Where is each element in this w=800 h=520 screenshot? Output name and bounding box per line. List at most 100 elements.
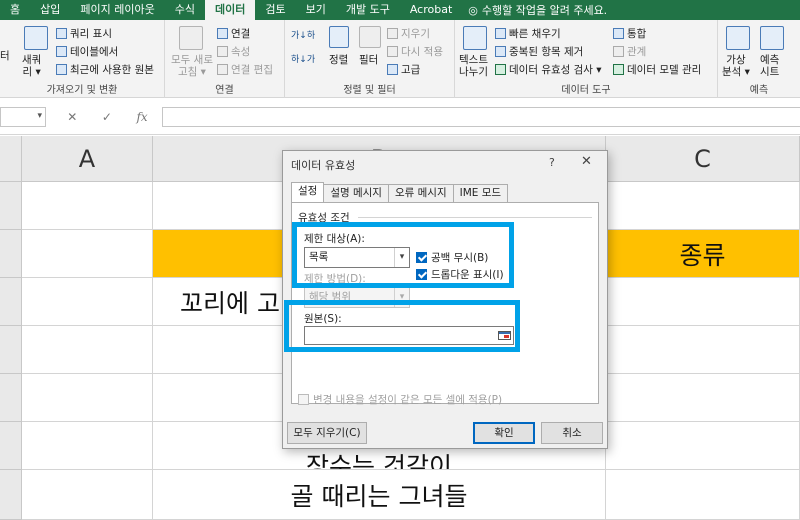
group-sort-filter: 가↓하 하↓가 정렬 필터 지우기 다시 적용 고급 정렬 및 필터 (285, 20, 455, 98)
row-header[interactable] (0, 470, 22, 520)
chevron-down-icon[interactable]: ▾ (37, 111, 42, 121)
cell-a5[interactable] (22, 374, 153, 422)
refresh-all-button[interactable]: 모두 새로 고침 ▾ (171, 54, 213, 78)
sort-icon[interactable] (329, 26, 349, 48)
advanced-filter-button[interactable]: 고급 (387, 62, 420, 77)
clear-all-button[interactable]: 모두 지우기(C) (287, 422, 367, 444)
tab-data[interactable]: 데이터 (204, 0, 256, 20)
connections-button[interactable]: 연결 (217, 26, 250, 41)
group-label-data-tools: 데이터 도구 (561, 85, 611, 96)
edit-links-button[interactable]: 연결 편집 (217, 62, 273, 77)
group-forecast: 가상 분석 ▾ 예측 시트 예측 (718, 20, 800, 98)
cell-a2[interactable] (22, 230, 153, 278)
sort-button[interactable]: 정렬 (329, 54, 348, 66)
filter-button[interactable]: 필터 (359, 54, 378, 66)
tab-acrobat[interactable]: Acrobat (400, 0, 462, 20)
remove-duplicates-button[interactable]: 중복된 항목 제거 (495, 44, 583, 59)
reapply-button[interactable]: 다시 적용 (387, 44, 443, 59)
confirm-entry-icon[interactable]: ✓ (102, 110, 112, 124)
column-header-a[interactable]: A (22, 136, 153, 182)
cell-c5[interactable] (606, 374, 800, 422)
name-box[interactable]: ▾ (0, 107, 46, 127)
cell-c3[interactable] (606, 278, 800, 326)
tab-settings[interactable]: 설정 (291, 182, 325, 202)
connections-icon (217, 28, 228, 39)
tab-developer[interactable]: 개발 도구 (336, 0, 400, 20)
formula-input[interactable] (162, 107, 800, 127)
tell-me-search[interactable]: ◎ 수행할 작업을 알려 주세요. (468, 2, 607, 18)
cell-c2[interactable]: 종류 (606, 230, 800, 278)
tab-home[interactable]: 홈 (0, 0, 30, 20)
data-model-button[interactable]: 데이터 모델 관리 (613, 62, 701, 77)
row-header[interactable] (0, 278, 22, 326)
properties-icon (217, 46, 228, 57)
relationships-button[interactable]: 관계 (613, 44, 646, 59)
highlight-allow-box (292, 222, 514, 288)
recent-icon (56, 64, 67, 75)
sort-a-z-button[interactable]: 가↓하 (291, 28, 315, 41)
row-header[interactable] (0, 230, 22, 278)
forecast-sheet-icon[interactable] (760, 26, 784, 50)
highlight-source-box (284, 300, 520, 352)
relationships-icon (613, 46, 624, 57)
cell-b7[interactable]: 골 때리는 그녀들 (153, 470, 606, 520)
consolidate-button[interactable]: 통합 (613, 26, 646, 41)
refresh-all-icon[interactable] (179, 26, 203, 50)
cell-b6-text: 장수는 것같이 (306, 452, 452, 470)
tab-review[interactable]: 검토 (255, 0, 295, 20)
properties-button[interactable]: 속성 (217, 44, 250, 59)
filter-icon[interactable] (359, 26, 381, 48)
clear-filter-button[interactable]: 지우기 (387, 26, 430, 41)
help-icon[interactable]: ? (549, 156, 555, 169)
sort-z-a-button[interactable]: 하↓가 (291, 52, 315, 65)
tab-input-message[interactable]: 설명 메시지 (323, 184, 389, 202)
show-queries-button[interactable]: 쿼리 표시 (56, 26, 112, 41)
cell-c6[interactable] (606, 422, 800, 470)
cell-a6[interactable] (22, 422, 153, 470)
forecast-sheet-button[interactable]: 예측 시트 (760, 54, 779, 78)
cell-c1[interactable] (606, 182, 800, 230)
group-data-tools: 텍스트 나누기 빠른 채우기 중복된 항목 제거 데이터 유효성 검사 ▾ 통합… (455, 20, 718, 98)
tab-formulas[interactable]: 수식 (165, 0, 205, 20)
ok-button[interactable]: 확인 (473, 422, 535, 444)
group-connections: 모두 새로 고침 ▾ 연결 속성 연결 편집 연결 (165, 20, 285, 98)
close-icon[interactable]: ✕ (581, 154, 592, 169)
row-header[interactable] (0, 182, 22, 230)
from-table-button[interactable]: 테이블에서 (56, 44, 118, 59)
cell-a4[interactable] (22, 326, 153, 374)
what-if-icon[interactable] (726, 26, 750, 50)
cell-a1[interactable] (22, 182, 153, 230)
advanced-filter-icon (387, 64, 398, 75)
text-to-columns-icon[interactable] (463, 26, 487, 50)
tab-view[interactable]: 보기 (296, 0, 336, 20)
insert-function-icon[interactable]: fx (136, 110, 147, 124)
cancel-button[interactable]: 취소 (541, 422, 603, 444)
dialog-tabs: 설정 설명 메시지 오류 메시지 IME 모드 (291, 182, 509, 202)
recent-sources-button[interactable]: 최근에 사용한 원본 (56, 62, 154, 77)
table-icon (56, 46, 67, 57)
cell-a3[interactable] (22, 278, 153, 326)
what-if-button[interactable]: 가상 분석 ▾ (722, 54, 750, 78)
cell-c4[interactable] (606, 326, 800, 374)
apply-all-checkbox[interactable]: 변경 내용을 설정이 같은 모든 셀에 적용(P) (298, 392, 502, 407)
data-validation-button[interactable]: 데이터 유효성 검사 ▾ (495, 62, 602, 77)
new-query-icon[interactable] (24, 26, 48, 50)
row-header[interactable] (0, 374, 22, 422)
column-header-c[interactable]: C (606, 136, 800, 182)
new-query-button[interactable]: 새쿼 리 ▾ (22, 54, 41, 78)
ribbon: 터 새쿼 리 ▾ 쿼리 표시 테이블에서 최근에 사용한 원본 가져오기 및 변… (0, 20, 800, 98)
select-all-corner[interactable] (0, 136, 22, 182)
get-data-edge[interactable]: 터 (0, 50, 10, 62)
cancel-entry-icon[interactable]: ✕ (67, 110, 77, 124)
row-header[interactable] (0, 326, 22, 374)
cell-c7[interactable] (606, 470, 800, 520)
flash-fill-button[interactable]: 빠른 채우기 (495, 26, 561, 41)
tab-insert[interactable]: 삽입 (30, 0, 70, 20)
tab-ime-mode[interactable]: IME 모드 (452, 184, 509, 202)
cell-a7[interactable] (22, 470, 153, 520)
tab-page-layout[interactable]: 페이지 레이아웃 (70, 0, 164, 20)
row-header[interactable] (0, 422, 22, 470)
text-to-columns-button[interactable]: 텍스트 나누기 (459, 54, 488, 78)
group-label-connections: 연결 (215, 85, 234, 96)
tab-error-alert[interactable]: 오류 메시지 (387, 184, 454, 202)
